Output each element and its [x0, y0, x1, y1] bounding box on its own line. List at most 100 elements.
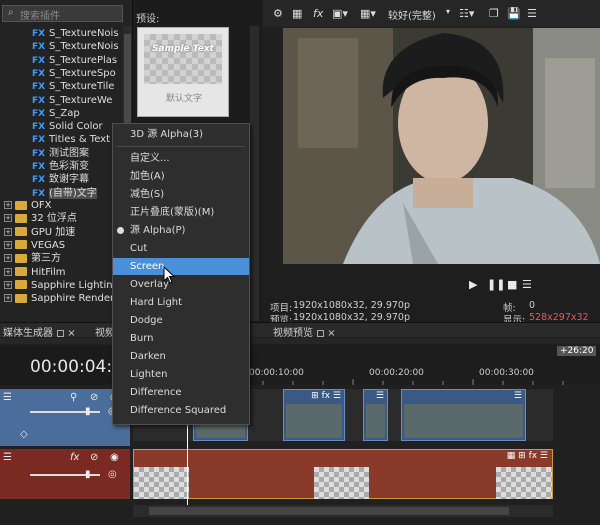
play-icon[interactable]: ▶ [469, 278, 477, 291]
overlay-icon[interactable]: ▦▾ [360, 7, 376, 20]
menu-item[interactable]: Difference Squared [113, 402, 249, 419]
float-icon[interactable] [317, 329, 324, 337]
tab-video-preview[interactable]: 视频预览 × [273, 324, 336, 339]
folder-item[interactable]: + Sapphire Lighting [0, 279, 122, 292]
menu-item[interactable]: Hard Light [113, 294, 249, 311]
composite-icon[interactable]: ◎ [108, 469, 117, 480]
region-end-marker[interactable]: +26:20 [557, 346, 597, 356]
checkerboard [144, 34, 222, 84]
chevron-down-icon[interactable]: ▾ [446, 7, 450, 16]
project-value: 1920x1080x32, 29.970p [293, 300, 410, 311]
menu-icon[interactable]: ☰ [514, 391, 522, 401]
float-icon[interactable] [57, 329, 64, 337]
search-placeholder: 搜索插件 [20, 11, 60, 22]
fx-icon: FX [32, 29, 46, 39]
expand-icon[interactable]: + [4, 201, 12, 209]
menu-item[interactable]: Screen [113, 258, 249, 275]
menu-item[interactable]: 减色(S) [113, 186, 249, 203]
folder-icon [15, 240, 27, 250]
split-screen-icon[interactable]: ▦ [292, 7, 302, 20]
video-preview-frame [283, 28, 600, 264]
lock-icon[interactable]: ⚲ [70, 392, 77, 403]
quality-dropdown[interactable]: 较好(完整) [388, 7, 436, 22]
clip-tools-icon[interactable]: ⊞ fx ☰ [311, 391, 341, 401]
menu-item-label: 自定义... [130, 153, 170, 164]
menu-item[interactable]: Darken [113, 348, 249, 365]
clip-thumbnail [404, 404, 523, 438]
mute-icon[interactable]: ⊘ [90, 392, 98, 403]
folder-item[interactable]: + OFX [0, 199, 122, 212]
folder-item[interactable]: + 第三方 [0, 252, 122, 265]
expand-icon[interactable]: + [4, 254, 12, 263]
menu-item[interactable]: 自定义... [113, 150, 249, 167]
menu-icon[interactable]: ☰ [522, 278, 532, 291]
stop-icon[interactable]: ■ [507, 278, 517, 291]
menu-item[interactable]: 正片叠底(蒙版)(M) [113, 204, 249, 221]
expand-icon[interactable]: + [4, 280, 12, 289]
fx-icon: FX [32, 135, 46, 146]
folder-label: VEGAS [31, 239, 66, 251]
text-event-clip[interactable]: ▦ ⊞ fx ☰ [133, 449, 553, 499]
search-input[interactable]: ⌕ 搜索插件 [2, 5, 123, 22]
video-clip[interactable]: ☰ [401, 389, 526, 441]
menu-icon[interactable]: ☰ [3, 452, 12, 463]
fx-icon[interactable]: fx [313, 7, 323, 20]
video-clip[interactable]: ☰ [363, 389, 388, 441]
mute-icon[interactable]: ⊘ [90, 452, 98, 463]
solo-icon[interactable]: ◉ [110, 452, 119, 463]
text-track-header[interactable]: ☰ fx ⊘ ◉ ▮ ◎ [0, 449, 130, 499]
fx-icon: FX [32, 82, 46, 93]
menu-item[interactable]: 加色(A) [113, 168, 249, 185]
folder-item[interactable]: + GPU 加速 [0, 226, 122, 239]
timeline-top-strip [0, 338, 600, 344]
keyframe-icon[interactable]: ◇ [20, 429, 28, 440]
grid-icon[interactable]: ☷▾ [459, 7, 474, 20]
expand-icon[interactable]: + [4, 294, 12, 303]
folder-item[interactable]: + Sapphire Render [0, 292, 122, 305]
menu-item[interactable]: Overlay [113, 276, 249, 293]
slider-handle[interactable]: ▮ [85, 406, 91, 417]
fx-icon: FX [32, 175, 46, 186]
text-clip-thumbnail [134, 467, 189, 499]
radio-checked-icon [117, 227, 124, 234]
expand-icon[interactable]: + [4, 267, 12, 276]
menu-icon[interactable]: ☰ [376, 391, 384, 401]
slider-handle[interactable]: ▮ [85, 469, 91, 480]
pause-icon[interactable]: ❚❚ [487, 278, 505, 291]
menu-item[interactable]: Difference [113, 384, 249, 401]
preset-thumbnail[interactable]: Sample Text 默认文字 [137, 27, 229, 117]
fx-icon: FX [32, 68, 46, 79]
folder-item[interactable]: + HitFilm [0, 266, 122, 279]
save-snapshot-icon[interactable]: 💾 [507, 7, 521, 20]
time-display: 00:00:04:2 [0, 345, 130, 385]
expand-icon[interactable]: + [4, 227, 12, 236]
scroll-thumb[interactable] [149, 507, 509, 515]
menu-item[interactable]: Burn [113, 330, 249, 347]
menu-icon[interactable]: ☰ [527, 7, 537, 20]
timeline-scrollbar[interactable] [133, 505, 553, 517]
folder-item[interactable]: + VEGAS [0, 239, 122, 252]
fx-icon: FX [32, 122, 46, 133]
video-clip[interactable]: ⊞ fx ☰ [283, 389, 345, 441]
channel-icon[interactable]: ▣▾ [332, 7, 348, 20]
copy-snapshot-icon[interactable]: ❐ [489, 7, 499, 20]
menu-icon[interactable]: ☰ [3, 392, 12, 403]
menu-item[interactable]: 3D 源 Alpha(3) [113, 126, 249, 143]
clip-tools-icon[interactable]: ▦ ⊞ fx ☰ [507, 451, 548, 461]
preset-scrollbar[interactable] [250, 26, 259, 321]
menu-item[interactable]: 源 Alpha(P) [113, 222, 249, 239]
gear-icon[interactable]: ⚙ [273, 7, 283, 20]
fx-item-label: S_TextureSpo [49, 67, 116, 79]
expand-icon[interactable]: + [4, 240, 12, 249]
menu-item[interactable]: Lighten [113, 366, 249, 383]
folder-item[interactable]: +32 位浮点 [0, 212, 122, 225]
menu-item[interactable]: Dodge [113, 312, 249, 329]
menu-item[interactable]: Cut [113, 240, 249, 257]
timecode: 00:00:04:2 [30, 357, 123, 377]
fx-icon[interactable]: fx [70, 452, 79, 463]
video-track-header[interactable]: ☰ ⚲ ⊘ ◉ ▮ ◎ ◇ [0, 389, 130, 446]
fx-item-label: 致谢字幕 [49, 174, 89, 186]
tab-media-generators[interactable]: 媒体生成器 × [3, 324, 76, 339]
menu-item-label: Hard Light [130, 297, 183, 308]
expand-icon[interactable]: + [4, 214, 12, 223]
